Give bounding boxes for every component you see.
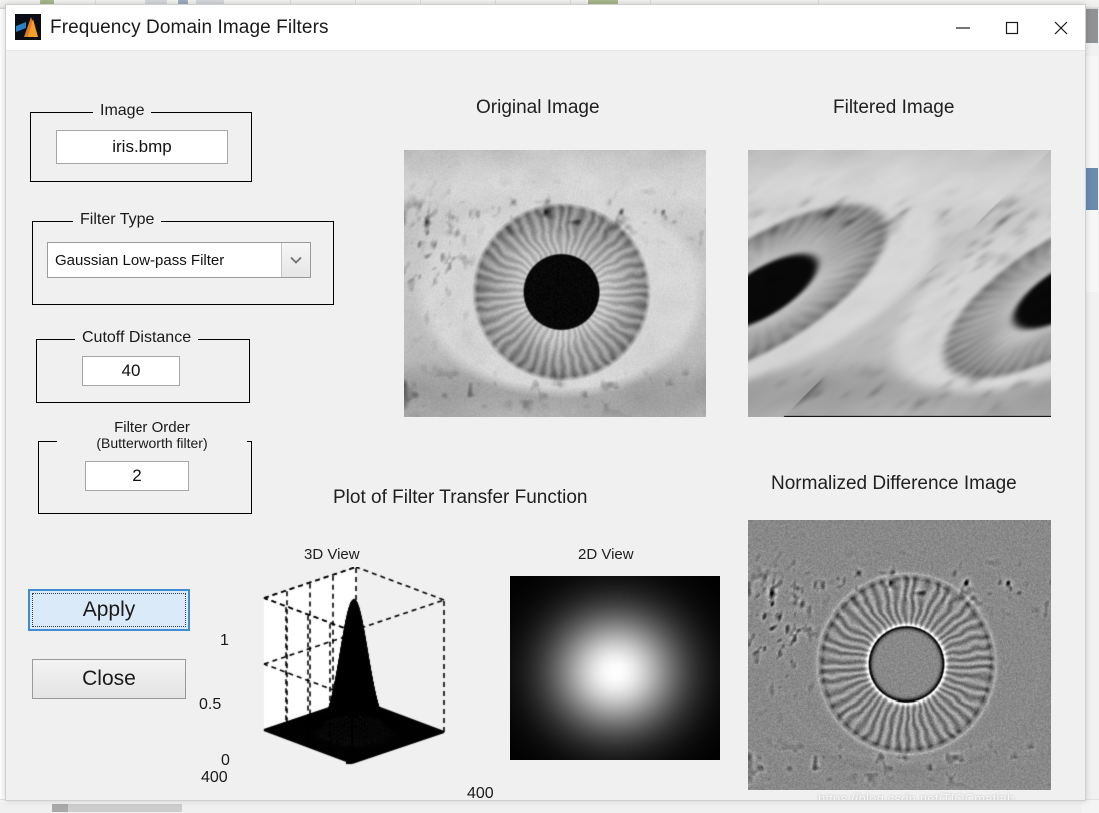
original-image-axes: [404, 150, 706, 417]
watermark-text: https://blog.csdn.net/TIQCmatlab: [818, 791, 1015, 800]
normalized-difference-image: [748, 520, 1051, 790]
screen: Frequency Domain Image Filters Image iri…: [0, 0, 1099, 813]
transfer-function-surface: [206, 567, 496, 797]
close-button-label: Close: [82, 667, 136, 690]
image-name-field[interactable]: iris.bmp: [56, 130, 228, 164]
difference-image-axes: [748, 520, 1051, 790]
transfer-function-3d-axes: [206, 567, 496, 797]
view-3d-title: 3D View: [304, 546, 360, 563]
close-button[interactable]: [1036, 5, 1085, 50]
transfer-function-2d-axes: [510, 576, 720, 760]
filter-type-selected-label: Gaussian Low-pass Filter: [55, 251, 225, 269]
view-2d-title: 2D View: [578, 546, 634, 563]
image-panel-title: Image: [93, 102, 152, 120]
chevron-down-icon[interactable]: [281, 243, 310, 277]
maximize-button[interactable]: [987, 5, 1036, 50]
transfer-function-heading: Plot of Filter Transfer Function: [333, 487, 588, 508]
original-image-heading: Original Image: [476, 97, 600, 118]
cutoff-distance-panel-title: Cutoff Distance: [75, 329, 199, 347]
filter-order-title-main: Filter Order: [114, 419, 190, 436]
cutoff-distance-field[interactable]: 40: [82, 356, 180, 386]
apply-button-label: Apply: [82, 598, 136, 621]
window-controls: [938, 5, 1085, 50]
minimize-button[interactable]: [938, 5, 987, 50]
minimize-icon: [952, 17, 974, 39]
y-tick-400: 400: [201, 769, 228, 786]
filter-order-field[interactable]: 2: [85, 461, 189, 491]
background-scrollbar-cap: [1085, 9, 1098, 43]
filter-type-panel-title: Filter Type: [73, 211, 162, 229]
difference-image-heading: Normalized Difference Image: [771, 473, 1017, 494]
filtered-eye-image: [748, 150, 1051, 417]
window-title: Frequency Domain Image Filters: [50, 17, 329, 38]
filter-order-panel-title: Filter Order (Butterworth filter): [57, 419, 247, 452]
background-window-bottom-edge: [0, 799, 1099, 813]
filter-type-panel: Filter Type Gaussian Low-pass Filter: [32, 211, 334, 305]
filtered-image-heading: Filtered Image: [833, 97, 955, 118]
title-bar: Frequency Domain Image Filters: [6, 5, 1085, 51]
background-hscrollbar-thumb-dark[interactable]: [52, 804, 68, 812]
filtered-image-axes: [748, 150, 1051, 417]
close-button-main[interactable]: Close: [32, 659, 186, 699]
original-eye-image: [404, 150, 706, 417]
maximize-icon: [1001, 17, 1023, 39]
background-hscrollbar-thumb[interactable]: [52, 804, 182, 812]
filter-order-panel: Filter Order (Butterworth filter) 2: [38, 419, 252, 514]
z-tick-0: 0: [221, 752, 230, 769]
background-scrollbar-thumb[interactable]: [1085, 168, 1098, 210]
apply-button[interactable]: Apply: [28, 589, 190, 631]
image-panel: Image iris.bmp: [30, 102, 252, 182]
close-icon: [1050, 17, 1072, 39]
cutoff-distance-panel: Cutoff Distance 40: [36, 329, 250, 403]
filter-order-title-sub: (Butterworth filter): [96, 435, 208, 452]
y-tick-200: 200: [246, 799, 273, 800]
filter-type-dropdown[interactable]: Gaussian Low-pass Filter: [47, 242, 311, 278]
transfer-function-heatmap: [510, 576, 720, 760]
client-area: Image iris.bmp Filter Type Gaussian Low-…: [6, 51, 1085, 800]
z-tick-0p5: 0.5: [199, 696, 222, 713]
app-window: Frequency Domain Image Filters Image iri…: [5, 4, 1086, 801]
matlab-icon: [15, 14, 41, 40]
x-tick-400: 400: [467, 785, 494, 800]
z-tick-1: 1: [220, 632, 229, 649]
